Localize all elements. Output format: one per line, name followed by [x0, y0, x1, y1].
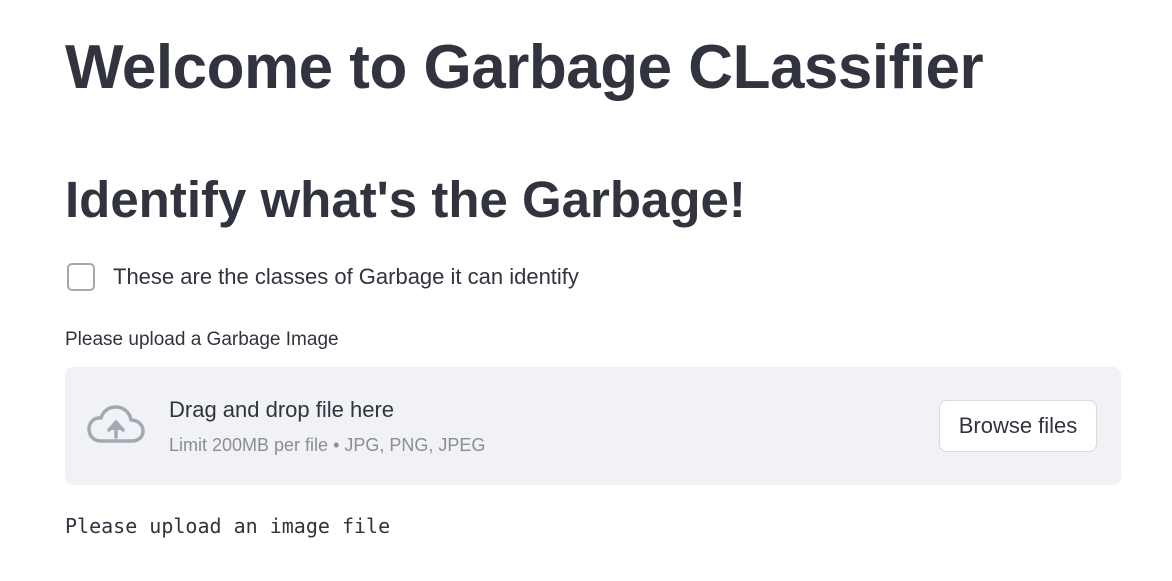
uploader-label: Please upload a Garbage Image: [65, 329, 339, 350]
dropzone-limit-text: Limit 200MB per file • JPG, PNG, JPEG: [169, 435, 486, 455]
dropzone-instructions: Drag and drop file here Limit 200MB per …: [169, 395, 485, 457]
page-subtitle: Identify what's the Garbage!: [65, 171, 746, 228]
classes-checkbox[interactable]: These are the classes of Garbage it can …: [67, 262, 579, 292]
page-title: Welcome to Garbage CLassifier: [65, 33, 984, 102]
checkbox-label[interactable]: These are the classes of Garbage it can …: [113, 262, 579, 292]
checkbox-box[interactable]: [67, 263, 95, 291]
cloud-upload-icon: [87, 405, 145, 443]
browse-files-button[interactable]: Browse files: [939, 400, 1097, 452]
dropzone-title: Drag and drop file here: [169, 397, 395, 422]
upload-message: Please upload an image file: [65, 514, 391, 538]
file-dropzone[interactable]: Drag and drop file here Limit 200MB per …: [65, 367, 1121, 485]
